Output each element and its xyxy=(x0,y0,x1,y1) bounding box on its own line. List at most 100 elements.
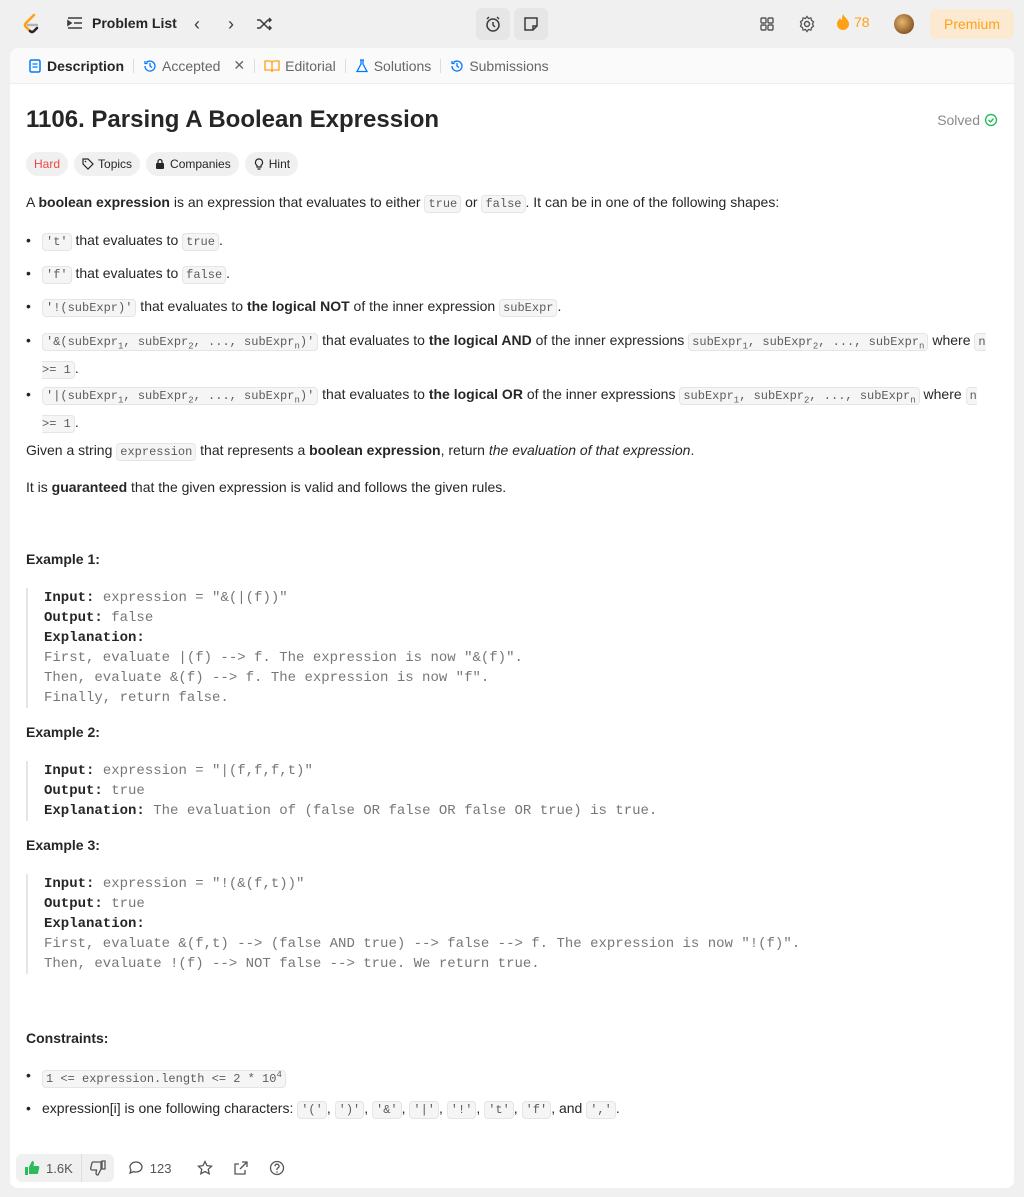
text-span: that represents a xyxy=(196,442,310,458)
explanation-line: Then, evaluate !(f) --> NOT false --> tr… xyxy=(44,956,540,972)
example-3-box: Input: expression = "!(&(f,t))" Output: … xyxy=(26,874,800,974)
text-span: that evaluates to xyxy=(71,232,183,248)
input-label: Input: xyxy=(44,876,95,892)
inline-code: 'f' xyxy=(42,266,72,284)
intro-paragraph: A boolean expression is an expression th… xyxy=(26,192,779,214)
tab-accepted[interactable]: Accepted ✕ xyxy=(137,48,251,84)
explanation-line: First, evaluate &(f,t) --> (false AND tr… xyxy=(44,936,801,952)
lock-icon xyxy=(156,158,165,169)
given-paragraph: Given a string expression that represent… xyxy=(26,442,695,461)
list-item: • 1 <= expression.length <= 2 * 104 xyxy=(26,1065,990,1089)
question-circle-icon xyxy=(270,1160,285,1176)
text-bold: boolean expression xyxy=(309,442,441,458)
hint-chip[interactable]: Hint xyxy=(244,152,299,176)
bullet-text: '!(subExpr)' that evaluates to the logic… xyxy=(42,296,990,318)
example-output: true xyxy=(111,783,145,799)
streak-counter[interactable]: 78 xyxy=(836,14,870,30)
leetcode-logo-icon[interactable] xyxy=(20,12,44,36)
bullet-text: '&(subExpr1, subExpr2, ..., subExprn)' t… xyxy=(42,332,986,380)
dislike-button[interactable] xyxy=(82,1154,114,1182)
comment-icon xyxy=(128,1161,143,1175)
close-tab-icon[interactable]: ✕ xyxy=(233,57,245,74)
timer-alarm-icon[interactable] xyxy=(476,8,510,40)
tab-description[interactable]: Description xyxy=(22,48,130,84)
text-span: , return xyxy=(440,442,489,458)
favorite-button[interactable] xyxy=(197,1160,214,1176)
comment-count: 123 xyxy=(149,1160,172,1176)
text-span: that the given expression is valid and f… xyxy=(127,479,507,495)
topics-chip[interactable]: Topics xyxy=(74,152,141,176)
explanation-label: Explanation: xyxy=(44,916,145,932)
text-span: that evaluates to xyxy=(71,265,183,281)
share-button[interactable] xyxy=(233,1160,249,1176)
layout-grid-icon[interactable] xyxy=(756,13,778,35)
text-span: that evaluates to xyxy=(136,298,247,314)
constraints-title: Constraints: xyxy=(26,1030,109,1046)
inline-code: '&(subExpr1, subExpr2, ..., subExprn)' xyxy=(42,333,319,351)
explanation-label: Explanation: xyxy=(44,630,145,646)
tab-solutions-label: Solutions xyxy=(373,57,432,74)
output-label: Output: xyxy=(44,610,103,626)
inline-code: subExpr xyxy=(499,299,558,317)
user-avatar[interactable] xyxy=(894,14,914,34)
bullet-dot: • xyxy=(26,298,31,314)
like-button[interactable]: 1.6K xyxy=(16,1154,82,1182)
notes-icon[interactable] xyxy=(514,8,548,40)
problem-list-button[interactable]: Problem List xyxy=(66,14,177,32)
text-span: is an expression that evaluates to eithe… xyxy=(169,194,425,210)
text-span: , and xyxy=(551,1100,587,1116)
bullet-dot: • xyxy=(26,332,31,348)
shuffle-icon[interactable] xyxy=(253,13,275,35)
text-span: of the inner expression xyxy=(349,298,500,314)
list-item: • 't' that evaluates to true. xyxy=(26,230,990,252)
list-item: • '|(subExpr1, subExpr2, ..., subExprn)'… xyxy=(26,383,990,435)
example-1-box: Input: expression = "&(|(f))" Output: fa… xyxy=(26,588,523,708)
example-1-title: Example 1: xyxy=(26,551,100,567)
example-output: false xyxy=(111,610,154,626)
bullet-dot: • xyxy=(26,265,31,281)
bullet-text: 't' that evaluates to true. xyxy=(42,230,990,252)
bullet-dot: • xyxy=(26,1067,31,1083)
explanation-line: Then, evaluate &(f) --> f. The expressio… xyxy=(44,670,490,686)
star-icon xyxy=(197,1160,214,1176)
inline-code: subExpr1, subExpr2, ..., subExprn xyxy=(679,387,920,405)
tab-submissions[interactable]: Submissions xyxy=(444,48,554,84)
settings-gear-icon[interactable] xyxy=(796,13,818,35)
premium-button[interactable]: Premium xyxy=(930,9,1014,39)
guarantee-paragraph: It is guaranteed that the given expressi… xyxy=(26,477,506,497)
tab-accepted-label: Accepted xyxy=(162,57,221,74)
bullet-text: 'f' that evaluates to false. xyxy=(42,263,990,285)
help-button[interactable] xyxy=(269,1160,285,1176)
text-bold: guaranteed xyxy=(51,479,128,495)
problem-list-label: Problem List xyxy=(92,15,177,31)
example-input: expression = "|(f,f,f,t)" xyxy=(102,763,313,779)
solved-label: Solved xyxy=(937,112,980,128)
input-label: Input: xyxy=(44,590,95,606)
panel-tabs: Description Accepted ✕ Editorial Solutio… xyxy=(10,48,1014,84)
thumbs-up-icon xyxy=(25,1161,40,1175)
flask-icon xyxy=(355,58,368,72)
prev-problem-chevron-left-icon[interactable]: ‹ xyxy=(186,13,208,35)
next-problem-chevron-right-icon[interactable]: › xyxy=(220,13,242,35)
tab-divider xyxy=(440,58,442,73)
inline-code: 't' xyxy=(42,233,72,251)
topics-label: Topics xyxy=(98,157,133,171)
text-span: Given a string xyxy=(26,442,117,458)
inline-code: 'f' xyxy=(521,1101,552,1119)
hint-label: Hint xyxy=(268,157,291,171)
tab-solutions[interactable]: Solutions xyxy=(349,48,438,84)
tab-editorial[interactable]: Editorial xyxy=(258,48,342,84)
list-item: • '!(subExpr)' that evaluates to the log… xyxy=(26,296,990,318)
comments-button[interactable]: 123 xyxy=(128,1160,172,1176)
companies-chip[interactable]: Companies xyxy=(146,152,239,176)
inline-code: '(' xyxy=(297,1101,327,1119)
streak-count: 78 xyxy=(854,14,870,30)
list-item: • 'f' that evaluates to false. xyxy=(26,263,990,285)
text-bold: boolean expression xyxy=(38,194,170,210)
bullet-dot: • xyxy=(26,386,31,402)
top-nav: Problem List ‹ › 78 Premium xyxy=(0,0,1024,48)
inline-code: ')' xyxy=(334,1101,365,1119)
explanation-label: Explanation: xyxy=(44,803,145,819)
example-input: expression = "&(|(f))" xyxy=(102,590,288,606)
bullet-text: 1 <= expression.length <= 2 * 104 xyxy=(42,1065,990,1089)
